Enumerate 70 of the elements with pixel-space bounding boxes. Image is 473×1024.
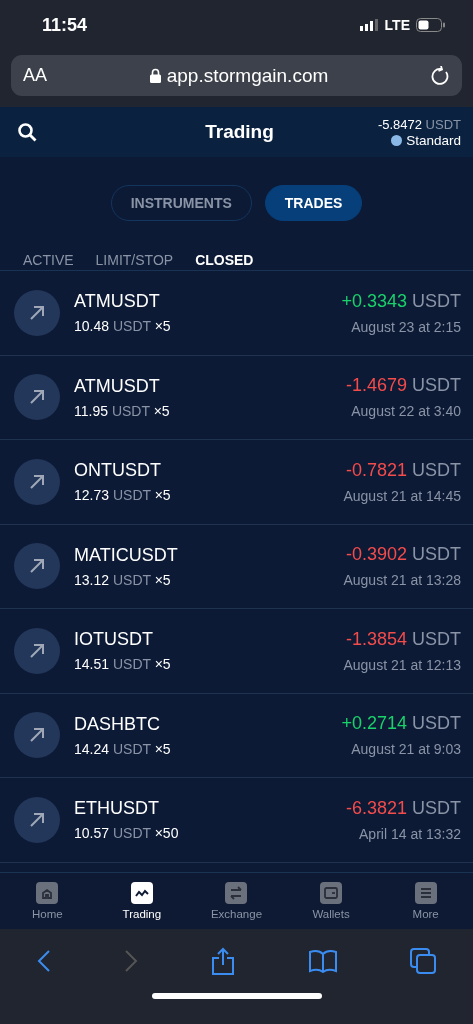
arrow-icon [28, 641, 46, 660]
battery-icon [416, 18, 445, 32]
trade-row[interactable]: IOTUSDT 14.51 USDT ×5 -1.3854 USDT August 21 at 12:13 [0, 609, 473, 694]
nav-item[interactable]: Trading [101, 882, 182, 920]
signal-icon [359, 19, 379, 31]
trade-pnl: -0.7821 USDT [345, 459, 461, 481]
balance-text: -5.8472 USDT [377, 116, 461, 132]
trade-symbol: ATMUSDT [74, 291, 161, 313]
trade-pnl: -6.3821 USDT [345, 797, 461, 819]
text-size-button[interactable]: AA [23, 65, 47, 86]
exchange-icon [225, 882, 248, 904]
trade-pnl: +0.2714 USDT [341, 713, 461, 735]
trade-amount: 11.95 USDT ×5 [74, 402, 170, 419]
network-label: LTE [384, 17, 410, 33]
wallets-icon [320, 882, 343, 904]
trade-row[interactable]: ETHUSDT 10.57 USDT ×50 -6.3821 USDT April 14 at 13:32 [0, 778, 473, 863]
book-icon[interactable] [308, 949, 337, 973]
home-icon [36, 882, 59, 904]
trade-amount: 12.73 USDT ×5 [74, 487, 171, 504]
trade-date: August 21 at 9:03 [351, 741, 461, 758]
search-icon[interactable] [18, 122, 37, 142]
nav-item[interactable]: Home [7, 882, 88, 920]
segment-tab[interactable]: TRADES [264, 185, 363, 221]
filter-tab[interactable]: ACTIVE [23, 251, 74, 269]
trade-symbol: DASHBTC [74, 713, 161, 735]
nav-item[interactable]: Wallets [291, 882, 372, 920]
trade-symbol: ATMUSDT [74, 375, 161, 397]
tabs-icon[interactable] [410, 948, 437, 974]
trading-icon [130, 882, 153, 904]
trade-amount: 14.24 USDT ×5 [74, 740, 171, 757]
trade-date: August 23 at 2:15 [351, 318, 461, 335]
account-type: Standard [406, 132, 461, 148]
trade-pnl: -0.3902 USDT [345, 544, 461, 566]
trade-date: August 21 at 13:28 [343, 572, 461, 589]
trade-row[interactable]: ONTUSDT 12.73 USDT ×5 -0.7821 USDT August 21 at 14:45 [0, 440, 473, 525]
trade-pnl: -1.4679 USDT [345, 375, 461, 397]
lock-icon [149, 68, 161, 83]
back-icon[interactable] [36, 949, 51, 973]
trade-row[interactable]: MATICUSDT 13.12 USDT ×5 -0.3902 USDT August 21 at 13:28 [0, 524, 473, 609]
trade-row[interactable]: ATMUSDT 11.95 USDT ×5 -1.4679 USDT August 22 at 3:40 [0, 355, 473, 440]
address-bar[interactable]: AA app.stormgain.com [11, 55, 462, 96]
trade-amount: 14.51 USDT ×5 [74, 656, 171, 673]
trade-amount: 10.57 USDT ×50 [74, 825, 179, 842]
trade-date: August 21 at 12:13 [343, 656, 461, 673]
trade-pnl: +0.3343 USDT [341, 290, 461, 312]
trade-amount: 10.48 USDT ×5 [74, 318, 171, 335]
reload-icon[interactable] [431, 65, 450, 86]
trade-row[interactable]: DASHBTC 14.24 USDT ×5 +0.2714 USDT August 21 at 9:03 [0, 693, 473, 778]
page-title: Trading [205, 121, 274, 143]
share-icon[interactable] [211, 947, 236, 975]
nav-item[interactable]: More [385, 882, 466, 920]
trade-symbol: MATICUSDT [74, 544, 178, 566]
trade-amount: 13.12 USDT ×5 [74, 571, 172, 588]
arrow-icon [28, 303, 46, 322]
arrow-icon [28, 472, 46, 491]
trade-date: April 14 at 13:32 [359, 825, 461, 842]
filter-tab[interactable]: CLOSED [195, 251, 254, 269]
trade-symbol: ETHUSDT [74, 798, 160, 820]
more-icon [414, 882, 437, 904]
arrow-icon [28, 810, 46, 829]
url-text: app.stormgain.com [166, 64, 329, 87]
trade-symbol: ONTUSDT [74, 460, 162, 482]
trade-pnl: -1.3854 USDT [345, 628, 461, 650]
status-time: 11:54 [42, 14, 88, 36]
trade-date: August 21 at 14:45 [343, 487, 461, 504]
trade-row[interactable]: ATMUSDT 10.48 USDT ×5 +0.3343 USDT August 23 at 2:15 [0, 271, 473, 356]
trade-date: August 22 at 3:40 [351, 403, 461, 420]
nav-item[interactable]: Exchange [196, 882, 277, 920]
filter-tab[interactable]: LIMIT/STOP [95, 251, 174, 269]
trade-symbol: IOTUSDT [74, 629, 154, 651]
